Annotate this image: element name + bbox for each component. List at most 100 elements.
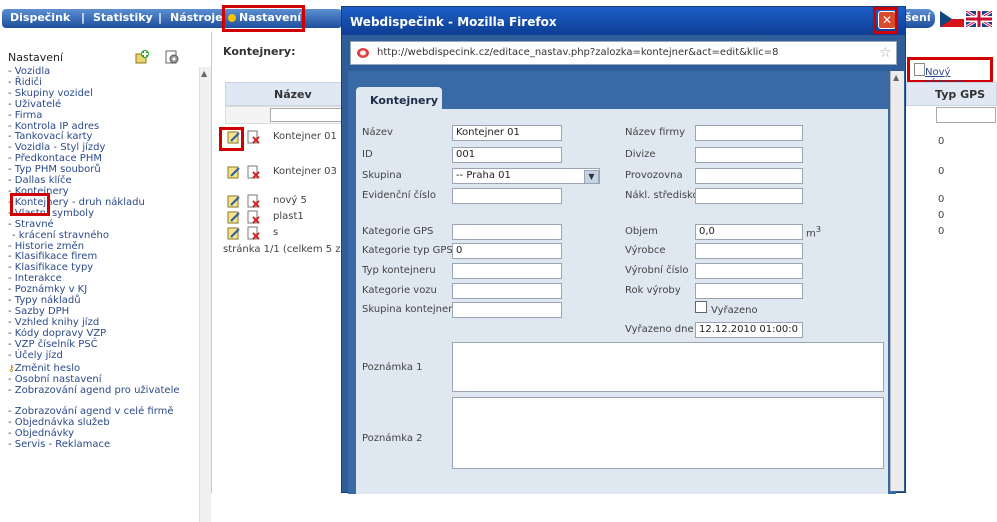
menu-nastroje[interactable]: Nástroje	[170, 11, 223, 24]
gps-filter-input[interactable]	[936, 107, 996, 123]
table-header: Název	[225, 82, 345, 106]
row-gps: 0	[938, 166, 945, 177]
column-header-nazev[interactable]: Název	[274, 88, 312, 101]
sidebar-scrollbar[interactable]: ▲	[199, 67, 211, 522]
row-name: nový 5	[273, 195, 307, 206]
bookmark-star-icon[interactable]: ☆	[879, 45, 892, 61]
label-divize: Divize	[625, 149, 656, 160]
new-record-button[interactable]: Nový záznam	[907, 57, 993, 89]
table-row[interactable]: s	[225, 224, 345, 240]
menu-right-fragment[interactable]: šení	[902, 9, 935, 28]
uk-flag-icon[interactable]	[966, 11, 992, 27]
input-nazev-firmy[interactable]	[695, 125, 803, 141]
section-title: Kontejnery:	[223, 45, 296, 58]
tab-kontejnery[interactable]: Kontejnery	[356, 87, 442, 113]
sidebar-item[interactable]: - Firma	[8, 110, 180, 122]
edit-icon[interactable]	[227, 226, 241, 243]
table-row[interactable]: Kontejner 03	[225, 163, 345, 187]
delete-icon[interactable]	[247, 165, 261, 182]
input-objem[interactable]: 0,0	[695, 224, 803, 240]
select-skupina[interactable]: -- Praha 01	[452, 168, 600, 184]
filter-input[interactable]	[270, 108, 344, 122]
input-provozovna[interactable]	[695, 168, 803, 184]
menu-separator: |	[158, 11, 163, 24]
sidebar: Nastavení - Vozidla - Řidiči - Skupiny v…	[0, 32, 212, 522]
table-row[interactable]: plast1	[225, 208, 345, 224]
sidebar-item[interactable]: - krácení stravného	[8, 230, 180, 242]
menu-separator: |	[81, 11, 86, 24]
row-gps: 0	[938, 194, 945, 205]
input-nakl-stredisko[interactable]	[695, 188, 803, 204]
url-bar[interactable]: http://webdispecink.cz/editace_nastav.ph…	[350, 41, 897, 65]
unit-m3: m3	[806, 224, 822, 240]
label-vyrazeno-dne: Vyřazeno dne	[625, 324, 694, 335]
filter-row	[225, 106, 345, 124]
tab-label: Kontejnery	[370, 94, 439, 107]
label-nazev-firmy: Název firmy	[625, 127, 685, 138]
label-vyrobni-cislo: Výrobní číslo	[625, 265, 689, 276]
label-typ-kontejneru: Typ kontejneru	[362, 265, 436, 276]
sidebar-item[interactable]: - Účely jízd	[8, 350, 180, 362]
label-kategorie-typ-gps: Kategorie typ GPS	[362, 245, 453, 256]
input-id[interactable]: 001	[452, 147, 562, 163]
input-rok-vyroby[interactable]	[695, 283, 803, 299]
sidebar-list: - Vozidla - Řidiči - Skupiny vozidel - U…	[8, 66, 180, 451]
popup-title: Webdispečink - Mozilla Firefox	[350, 15, 557, 29]
edit-icon[interactable]	[227, 165, 241, 182]
czech-flag-icon[interactable]	[940, 11, 964, 27]
input-nazev[interactable]: Kontejner 01	[452, 125, 562, 141]
highlight-edit	[219, 127, 244, 151]
popup-titlebar[interactable]: Webdispečink - Mozilla Firefox ✕	[342, 7, 905, 35]
site-icon	[357, 48, 369, 58]
sidebar-item[interactable]: - Stravné	[8, 219, 180, 231]
input-kategorie-vozu[interactable]	[452, 283, 562, 299]
checkbox-vyrazeno[interactable]	[695, 301, 707, 313]
select-skupina-value: -- Praha 01	[456, 170, 511, 181]
label-nazev: Název	[362, 127, 393, 138]
textarea-poznamka-1[interactable]	[452, 342, 884, 392]
settings-icon[interactable]	[165, 50, 179, 64]
table-row[interactable]: nový 5	[225, 192, 345, 208]
input-skupina-kontejneru[interactable]	[452, 302, 562, 318]
input-divize[interactable]	[695, 147, 803, 163]
highlight-close	[873, 7, 898, 34]
scroll-up-icon[interactable]: ▲	[893, 73, 899, 82]
sidebar-item[interactable]: - VZP číselník PSČ	[8, 339, 180, 351]
menu-dispecink[interactable]: Dispečink	[10, 11, 70, 24]
row-name: s	[273, 227, 279, 238]
textarea-poznamka-2[interactable]	[452, 397, 884, 469]
delete-icon[interactable]	[247, 130, 261, 147]
label-skupina: Skupina	[362, 170, 402, 181]
row-gps: 0	[938, 226, 945, 237]
delete-icon[interactable]	[247, 226, 261, 243]
sidebar-item[interactable]: - Zobrazování agend pro uživatele	[8, 385, 180, 397]
input-kategorie-typ-gps[interactable]: 0	[452, 243, 562, 259]
label-kategorie-vozu: Kategorie vozu	[362, 285, 437, 296]
row-name: Kontejner 01	[273, 131, 337, 142]
sidebar-item[interactable]: - Uživatelé	[8, 99, 180, 111]
popup-scrollbar[interactable]: ▲	[890, 71, 904, 491]
row-gps: 0	[938, 210, 945, 221]
add-icon[interactable]	[135, 50, 149, 64]
label-provozovna: Provozovna	[625, 170, 683, 181]
label-id: ID	[362, 149, 373, 160]
label-rok-vyroby: Rok výroby	[625, 285, 681, 296]
chevron-down-icon[interactable]: ▼	[584, 170, 599, 184]
menu-statistiky[interactable]: Statistiky	[93, 11, 153, 24]
column-header-typ-gps[interactable]: Typ GPS	[906, 82, 997, 106]
label-skupina-kontejneru: Skupina kontejnerů	[362, 304, 459, 315]
row-name: Kontejner 03	[273, 166, 337, 177]
input-vyrobce[interactable]	[695, 243, 803, 259]
label-poznamka-1: Poznámka 1	[362, 362, 423, 373]
key-icon: ⚷	[8, 364, 15, 375]
input-vyrazeno-dne[interactable]: 12.12.2010 01:00:0	[695, 322, 803, 338]
input-typ-kontejneru[interactable]	[452, 263, 562, 279]
input-vyrobni-cislo[interactable]	[695, 263, 803, 279]
menu-right-label: šení	[905, 11, 931, 24]
input-kategorie-gps[interactable]	[452, 224, 562, 240]
label-kategorie-gps: Kategorie GPS	[362, 226, 434, 237]
sidebar-item[interactable]: - Servis - Reklamace	[8, 439, 180, 451]
scroll-up-icon[interactable]: ▲	[201, 69, 207, 78]
label-vyrazeno: Vyřazeno	[711, 305, 758, 316]
input-evidencni-cislo[interactable]	[452, 188, 562, 204]
